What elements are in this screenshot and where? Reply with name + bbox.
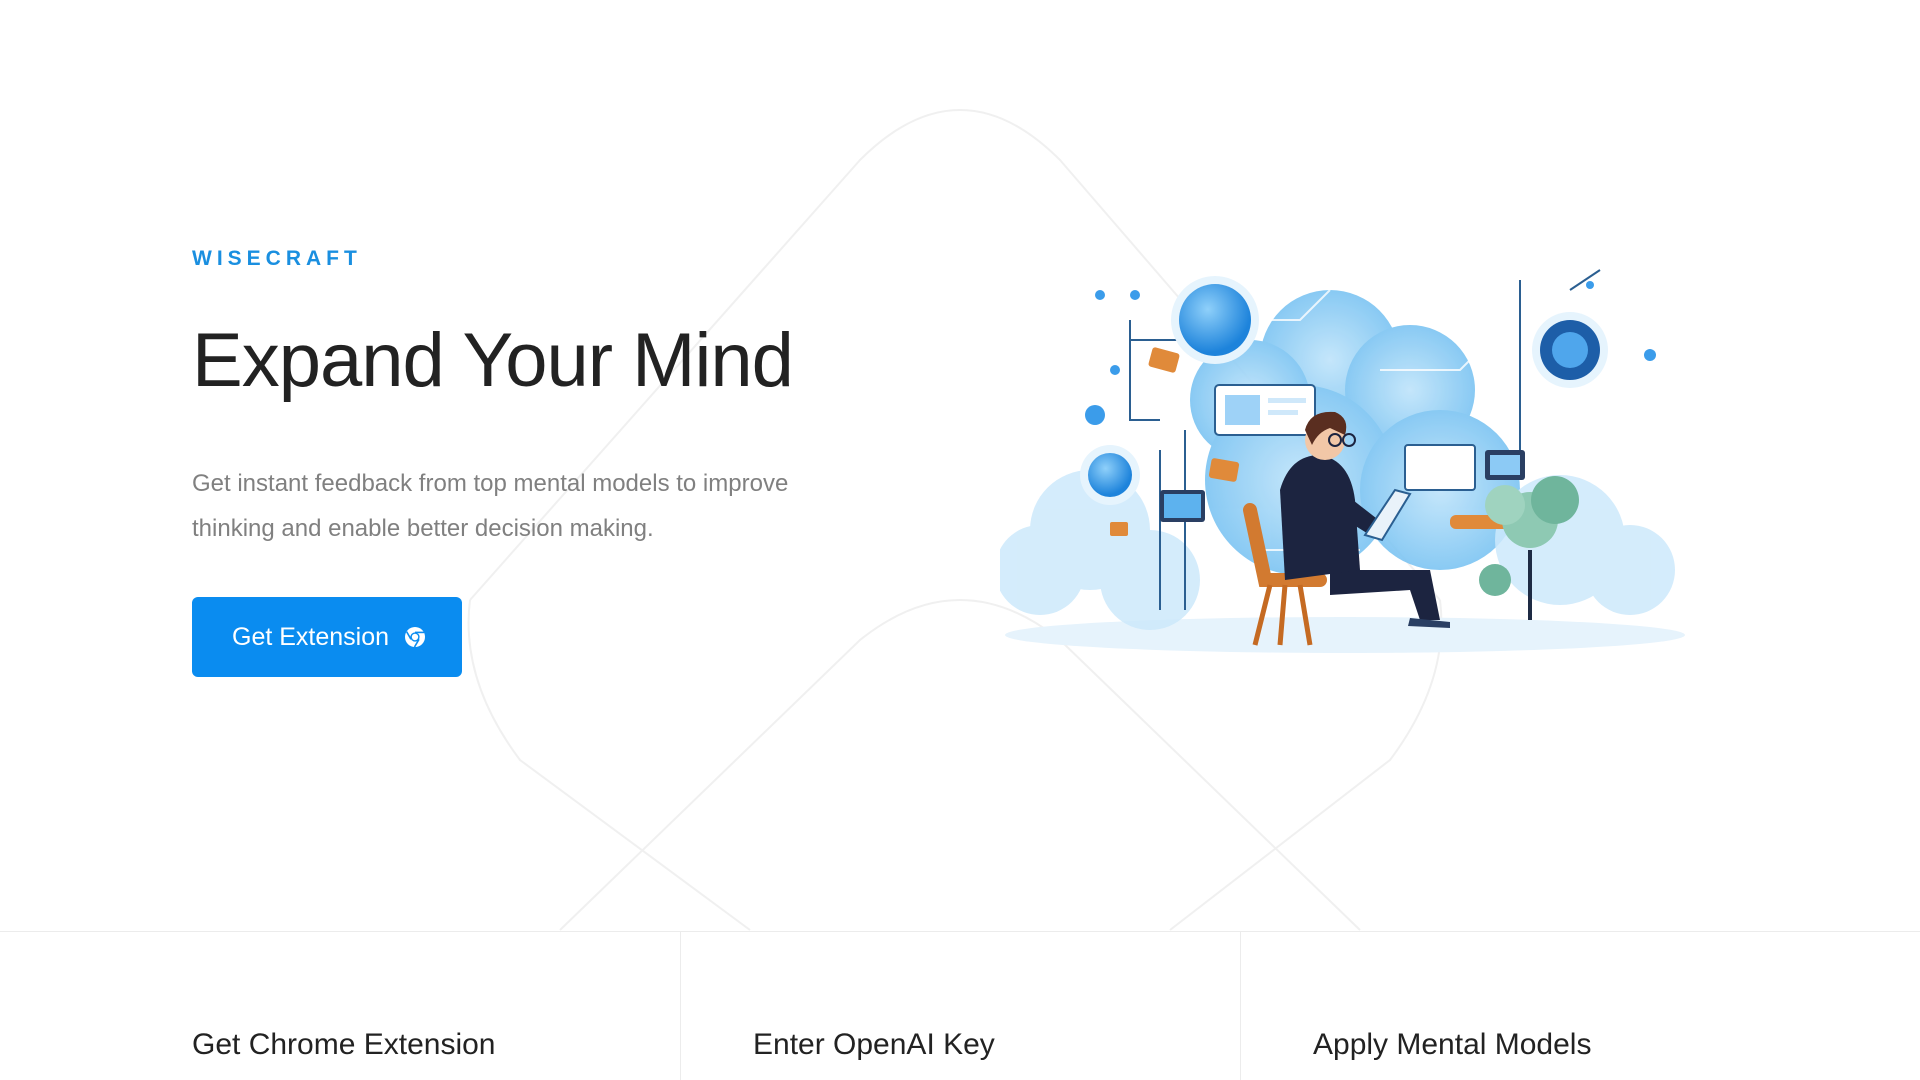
hero-description: Get instant feedback from top mental mod… [192, 461, 872, 551]
steps-row: Get Chrome Extension Enter OpenAI Key Ap… [0, 931, 1920, 1080]
step-title: Get Chrome Extension [192, 1028, 496, 1061]
get-extension-button[interactable]: Get Extension [192, 597, 462, 677]
step-title: Apply Mental Models [1313, 1028, 1592, 1061]
step-enter-openai-key: Enter OpenAI Key [680, 932, 1240, 1080]
brand-label: WISECRAFT [192, 247, 362, 270]
hero-description-line-1: Get instant feedback from top mental mod… [192, 470, 789, 497]
get-extension-label: Get Extension [232, 622, 390, 651]
step-title: Enter OpenAI Key [753, 1028, 995, 1061]
page-title: Expand Your Mind [192, 318, 794, 403]
landing-page: WISECRAFT Expand Your Mind Get instant f… [0, 0, 1920, 1080]
step-apply-mental-models: Apply Mental Models [1240, 932, 1920, 1080]
chrome-icon [403, 625, 427, 649]
hero-description-line-2: thinking and enable better decision maki… [192, 515, 654, 542]
step-get-chrome-extension: Get Chrome Extension [0, 932, 680, 1080]
hero-section: WISECRAFT Expand Your Mind Get instant f… [192, 230, 892, 677]
hero-illustration [1000, 269, 1685, 653]
